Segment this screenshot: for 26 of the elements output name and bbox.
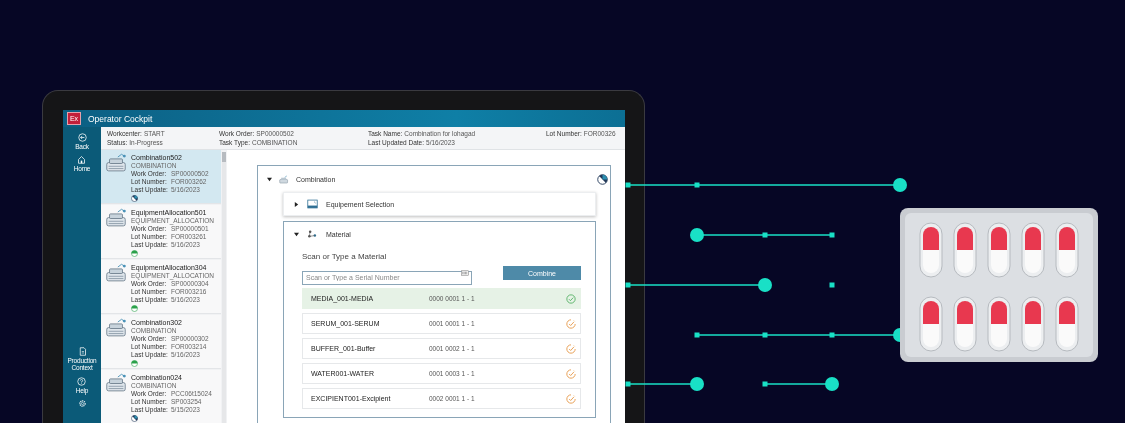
pending-icon <box>566 343 576 354</box>
machine-icon <box>104 373 128 394</box>
caret-icon[interactable] <box>267 176 272 182</box>
caret-icon[interactable] <box>294 231 299 237</box>
machine-icon <box>104 318 128 339</box>
gear-icon <box>77 398 87 408</box>
machine-icon <box>104 153 128 174</box>
barcode-icon <box>461 270 469 276</box>
window-icon <box>307 199 318 209</box>
help-icon <box>77 376 87 386</box>
machine-icon <box>104 263 128 284</box>
molecule-icon <box>307 229 318 239</box>
machine-icon <box>104 208 128 229</box>
home-icon <box>77 155 87 165</box>
prompt-text: Scan or Type a Material <box>302 252 388 261</box>
settings-nav-button[interactable] <box>77 398 87 408</box>
pending-icon <box>566 368 576 379</box>
back-arrow-icon <box>77 133 87 142</box>
pending-icon <box>566 318 576 329</box>
check-circle-icon <box>566 293 576 304</box>
caret-icon[interactable] <box>294 201 299 207</box>
scrollbar-thumb[interactable] <box>222 152 226 162</box>
app-title: Operator Cockpit <box>88 113 153 124</box>
pending-icon <box>566 393 576 404</box>
document-icon <box>77 347 87 357</box>
machine-icon <box>279 174 289 184</box>
